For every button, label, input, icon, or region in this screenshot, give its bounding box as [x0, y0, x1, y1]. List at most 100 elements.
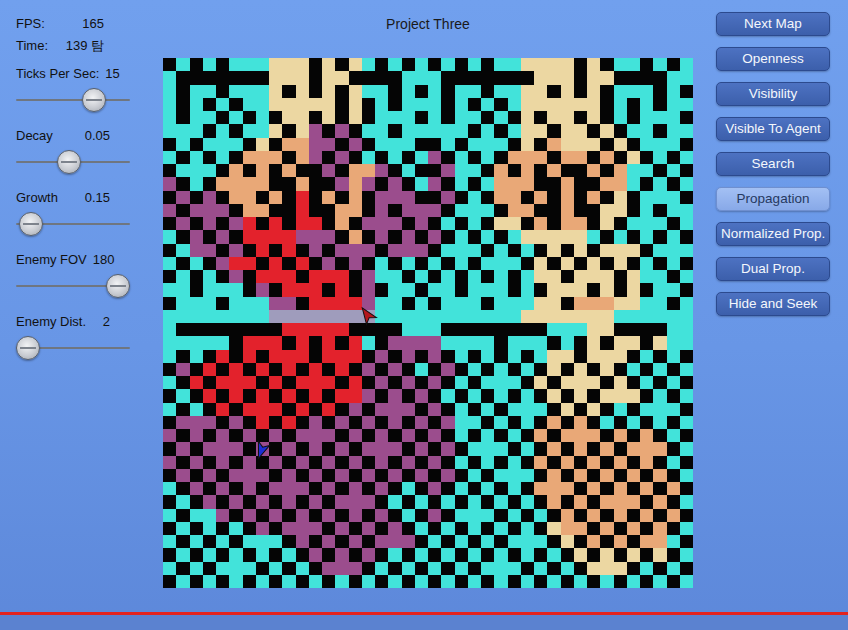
purple-influence-cell: [388, 389, 401, 402]
wall-cell: [190, 283, 203, 296]
floor-cell: [667, 429, 680, 442]
high-influence-cell: [296, 403, 309, 416]
wall-cell: [561, 548, 574, 561]
wall-cell: [561, 495, 574, 508]
slider-track[interactable]: [16, 211, 130, 237]
low-influence-cell: [547, 58, 560, 71]
floor-cell: [441, 310, 454, 323]
floor-cell: [508, 230, 521, 243]
purple-influence-cell: [335, 124, 348, 137]
floor-cell: [468, 111, 481, 124]
mid-influence-cell: [256, 177, 269, 190]
low-influence-cell: [508, 217, 521, 230]
purple-influence-cell: [203, 191, 216, 204]
slider-track[interactable]: [16, 335, 130, 361]
wall-cell: [375, 58, 388, 71]
slider-knob[interactable]: [16, 336, 40, 360]
wall-cell: [600, 58, 613, 71]
mode-button[interactable]: Visibility: [716, 82, 830, 106]
mode-button[interactable]: Search: [716, 152, 830, 176]
mid-influence-cell: [282, 164, 295, 177]
mode-button[interactable]: Dual Prop.: [716, 257, 830, 281]
high-influence-cell: [282, 389, 295, 402]
floor-cell: [468, 509, 481, 522]
wall-cell: [335, 403, 348, 416]
mid-influence-cell: [494, 177, 507, 190]
slider-knob[interactable]: [82, 88, 106, 112]
floor-cell: [375, 257, 388, 270]
wall-cell: [388, 350, 401, 363]
high-influence-cell: [335, 283, 348, 296]
floor-cell: [190, 297, 203, 310]
wall-cell: [349, 469, 362, 482]
floor-cell: [402, 482, 415, 495]
slider-track[interactable]: [16, 273, 130, 299]
slider-knob[interactable]: [19, 212, 43, 236]
mid-influence-cell: [547, 138, 560, 151]
wall-cell: [282, 191, 295, 204]
low-influence-cell: [296, 124, 309, 137]
low-influence-cell: [561, 535, 574, 548]
mode-button[interactable]: Visible To Agent: [716, 117, 830, 141]
mid-influence-cell: [561, 217, 574, 230]
floor-cell: [163, 535, 176, 548]
purple-influence-cell: [362, 217, 375, 230]
slider-value: 180: [93, 249, 115, 271]
floor-cell: [508, 257, 521, 270]
slider-track[interactable]: [16, 87, 130, 113]
purple-influence-cell: [176, 416, 189, 429]
wall-cell: [534, 522, 547, 535]
mode-button[interactable]: Normalized Prop.: [716, 222, 830, 246]
floor-cell: [229, 297, 242, 310]
mode-button[interactable]: Next Map: [716, 12, 830, 36]
mode-button[interactable]: Hide and Seek: [716, 292, 830, 316]
floor-cell: [561, 323, 574, 336]
wall-cell: [494, 482, 507, 495]
floor-cell: [468, 389, 481, 402]
slider-knob[interactable]: [57, 150, 81, 174]
wall-cell: [335, 98, 348, 111]
wall-cell: [176, 111, 189, 124]
high-influence-cell: [269, 336, 282, 349]
wall-cell: [163, 575, 176, 588]
wall-cell: [521, 376, 534, 389]
influence-map[interactable]: [163, 58, 693, 588]
wall-cell: [508, 244, 521, 257]
mode-button[interactable]: Propagation: [716, 187, 830, 211]
floor-cell: [481, 257, 494, 270]
floor-cell: [667, 98, 680, 111]
wall-cell: [282, 562, 295, 575]
high-influence-cell: [335, 389, 348, 402]
floor-cell: [441, 138, 454, 151]
stat-label: FPS:: [16, 13, 45, 35]
floor-cell: [388, 111, 401, 124]
wall-cell: [441, 323, 454, 336]
floor-cell: [508, 403, 521, 416]
wall-cell: [335, 509, 348, 522]
wall-cell: [243, 323, 256, 336]
wall-cell: [481, 85, 494, 98]
wall-cell: [481, 297, 494, 310]
wall-cell: [680, 562, 693, 575]
wall-cell: [561, 363, 574, 376]
purple-influence-cell: [296, 456, 309, 469]
slider-knob[interactable]: [106, 274, 130, 298]
slider-track[interactable]: [16, 149, 130, 175]
wall-cell: [534, 111, 547, 124]
wall-cell: [534, 495, 547, 508]
wall-cell: [667, 151, 680, 164]
wall-cell: [547, 217, 560, 230]
floor-cell: [256, 124, 269, 137]
purple-influence-cell: [309, 495, 322, 508]
wall-cell: [481, 323, 494, 336]
mid-influence-cell: [534, 151, 547, 164]
mid-influence-cell: [296, 177, 309, 190]
high-influence-cell: [282, 283, 295, 296]
low-influence-cell: [587, 85, 600, 98]
mode-button[interactable]: Openness: [716, 47, 830, 71]
wall-cell: [428, 469, 441, 482]
wall-cell: [243, 164, 256, 177]
wall-cell: [468, 98, 481, 111]
low-influence-cell: [561, 257, 574, 270]
corridor-cell: [282, 310, 295, 323]
